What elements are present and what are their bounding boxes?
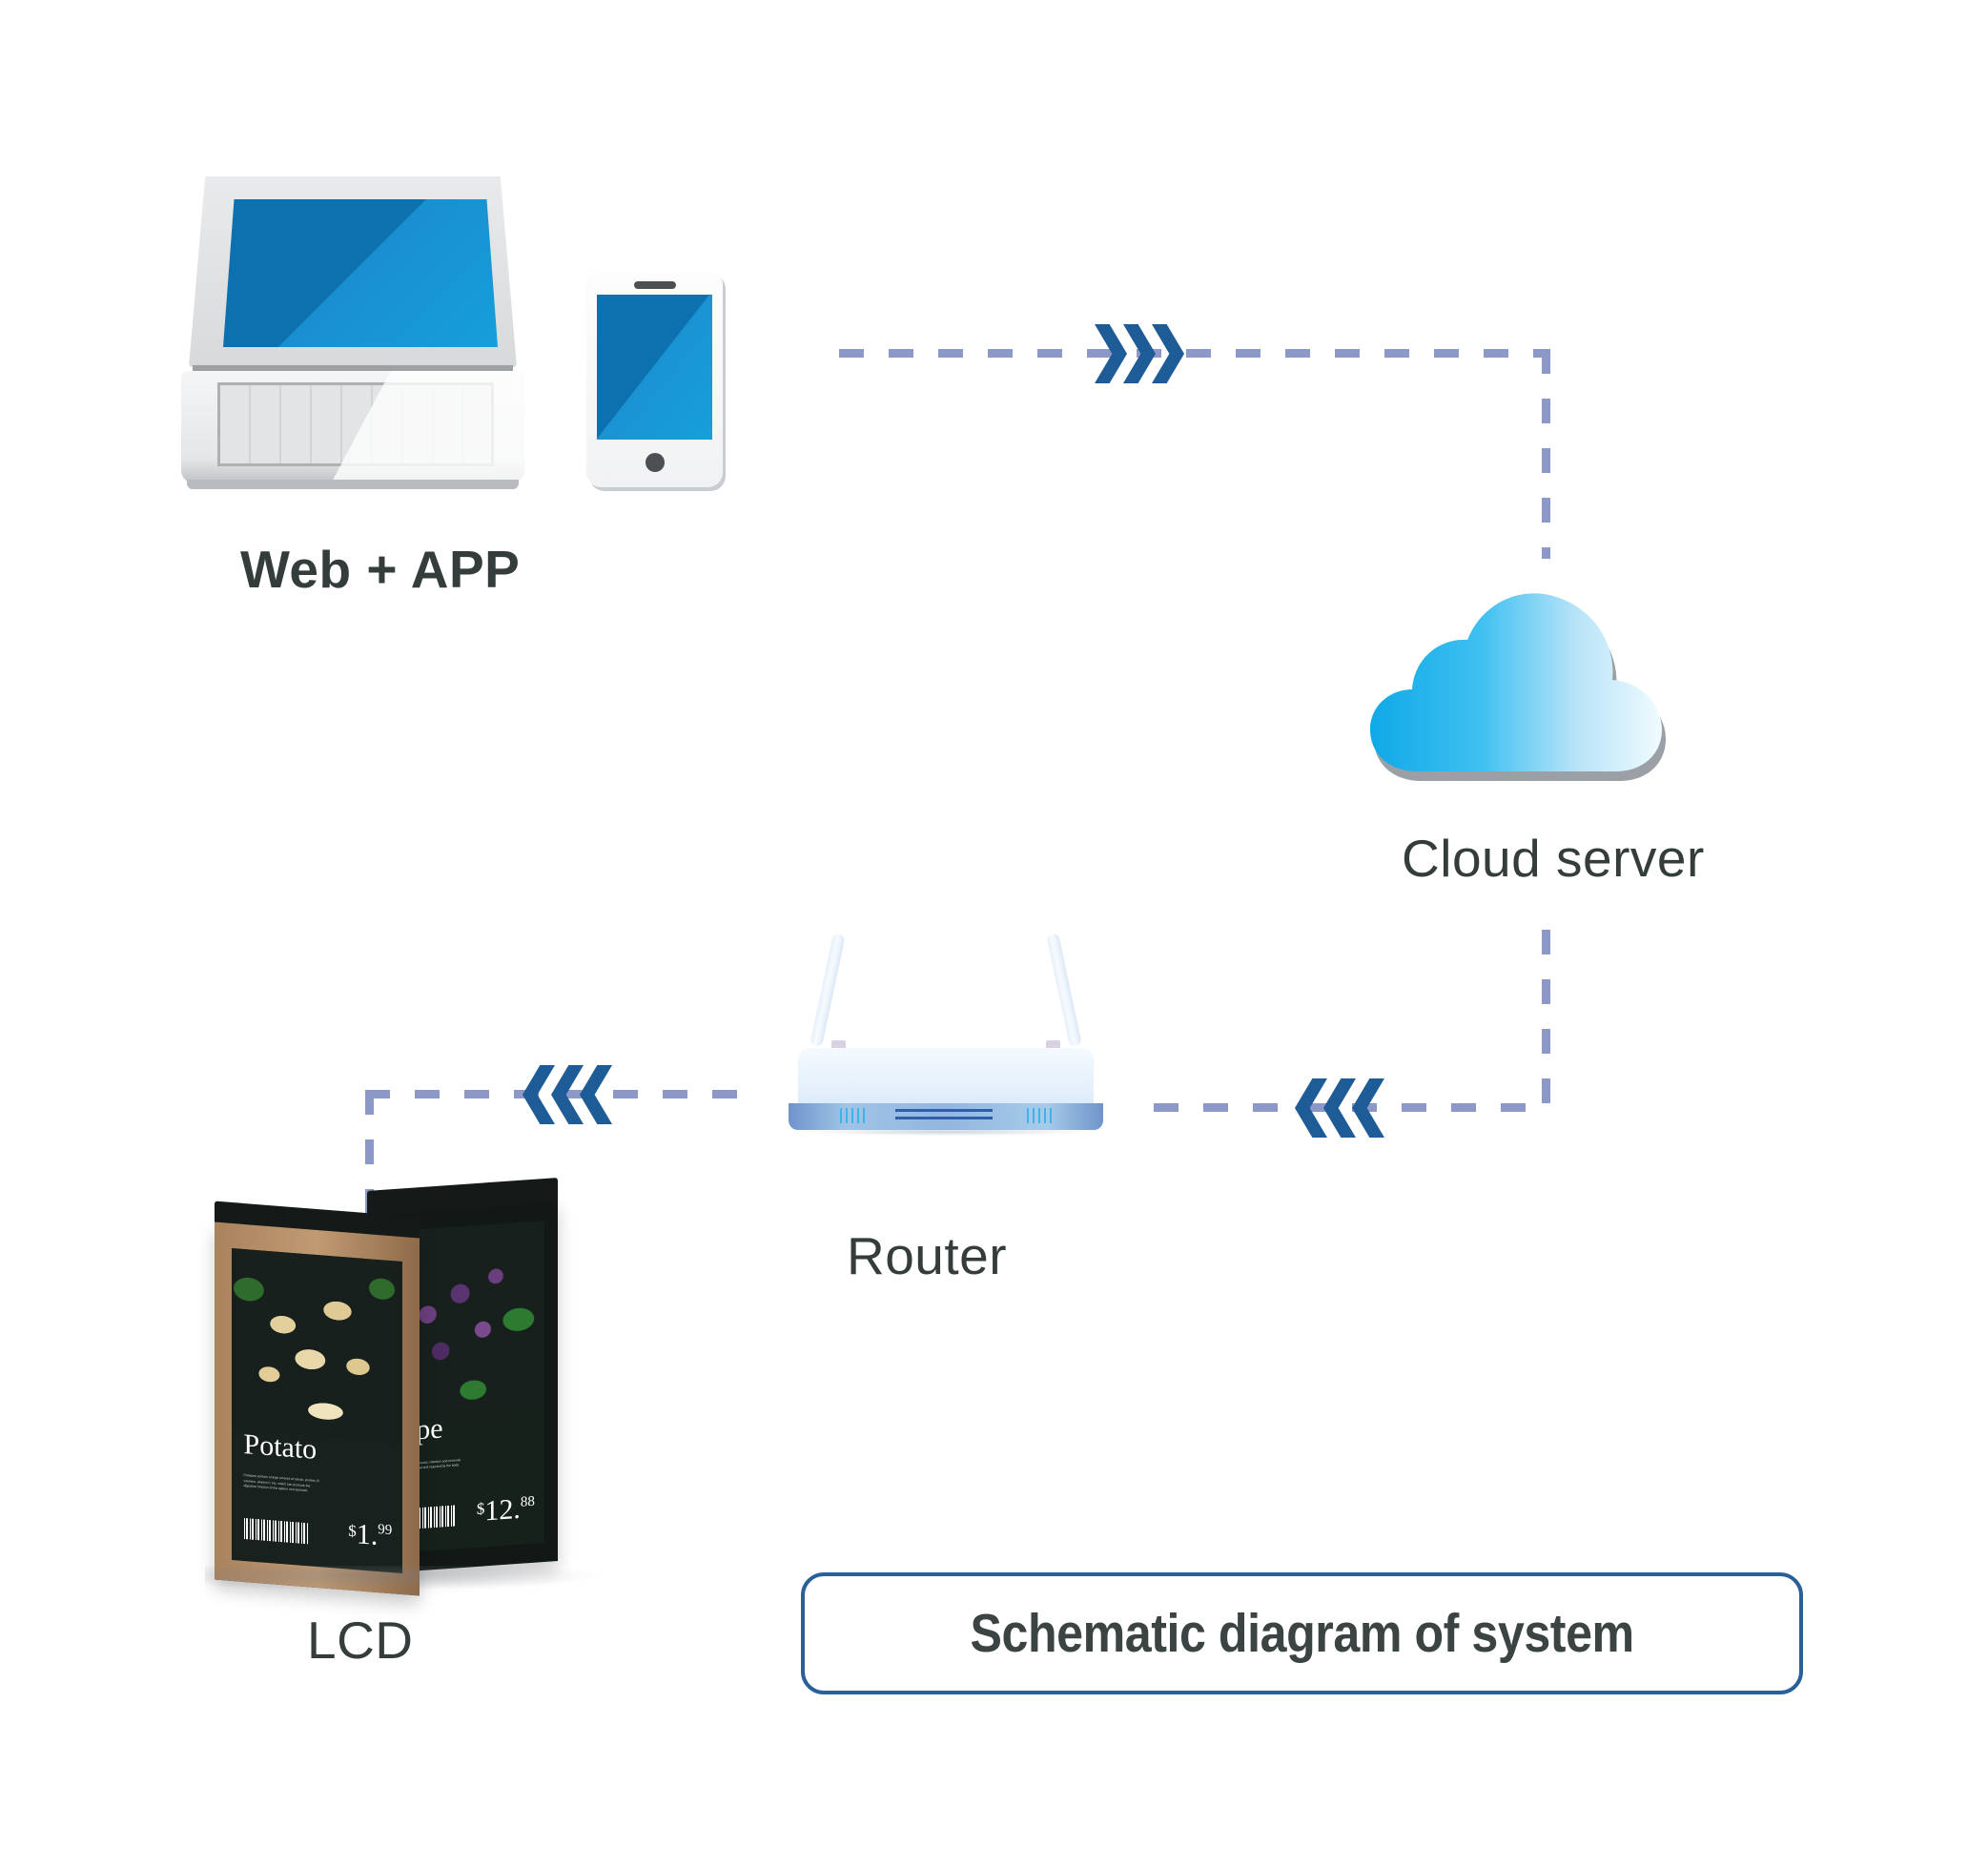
router-antenna-left [810,933,846,1048]
connector-webapp-to-cloud-horizontal [839,349,1549,358]
lcd-price-back: $12.88 [477,1491,535,1528]
barcode-icon [243,1518,309,1545]
label-router: Router [847,1226,1008,1285]
lcd-price-whole-front: 1. [356,1518,379,1552]
phone-home-button-icon [646,453,665,472]
arrow-cloud-to-router [1295,1078,1384,1138]
chevron-left-icon [1295,1078,1327,1138]
router-led-indicators-right [1027,1108,1052,1123]
router-shadow [806,1128,1086,1136]
title-badge: Schematic diagram of system [801,1572,1803,1694]
arrow-webapp-to-cloud [1095,324,1184,383]
label-lcd: LCD [307,1611,414,1670]
chevron-left-icon [551,1065,584,1124]
chevron-left-icon [1352,1078,1384,1138]
router-vent-lines [895,1109,993,1112]
lcd-bezel-top-back [367,1178,558,1216]
router-front-panel [789,1103,1103,1130]
lcd-price-cents-back: 88 [520,1493,535,1510]
chevron-right-icon [1095,324,1127,383]
lcd-product-description-front: Potatoes contain a large amount of starc… [243,1473,319,1492]
smartphone-icon [586,270,725,489]
label-cloud-server: Cloud server [1402,829,1705,888]
page-title: Schematic diagram of system [970,1603,1634,1664]
lcd-shadow [205,1566,605,1591]
connector-webapp-to-cloud-vertical [1542,349,1550,559]
potato-image [232,1247,402,1443]
laptop-icon [181,176,524,491]
lcd-price-cents-front: 99 [378,1522,393,1539]
chevron-left-icon [523,1065,555,1124]
lcd-panel-front: Potato Potatoes contain a large amount o… [215,1201,420,1596]
lcd-currency-front: $ [348,1521,357,1541]
cloud-icon [1359,585,1683,794]
router-icon [789,930,1103,1144]
lcd-screen-front: Potato Potatoes contain a large amount o… [232,1247,402,1574]
lcd-price-whole-back: 12. [484,1492,521,1528]
label-web-app: Web + APP [240,540,521,599]
laptop-foot [187,480,519,489]
arrow-router-to-lcd [523,1065,612,1124]
phone-screen [597,295,712,440]
chevron-left-icon [1323,1078,1356,1138]
router-body-top [798,1048,1094,1107]
chevron-right-icon [1152,324,1184,383]
lcd-product-title-front: Potato [243,1427,318,1466]
laptop-screen [223,199,498,347]
lcd-price-front: $1.99 [348,1518,392,1554]
connector-cloud-to-router-vertical [1542,930,1550,1111]
phone-speaker-icon [634,281,676,289]
phone-body [586,270,723,487]
lcd-display-icon: rape Grapes contain glucose, vitamins an… [205,1178,605,1600]
laptop-lid [189,176,517,367]
router-led-indicators-left [840,1108,865,1123]
chevron-right-icon [1123,324,1156,383]
diagram-canvas: Web + APP Cloud server Router Grapes con… [0,0,1988,1868]
router-antenna-right [1046,933,1082,1048]
chevron-left-icon [580,1065,612,1124]
laptop-keyboard [217,382,494,466]
